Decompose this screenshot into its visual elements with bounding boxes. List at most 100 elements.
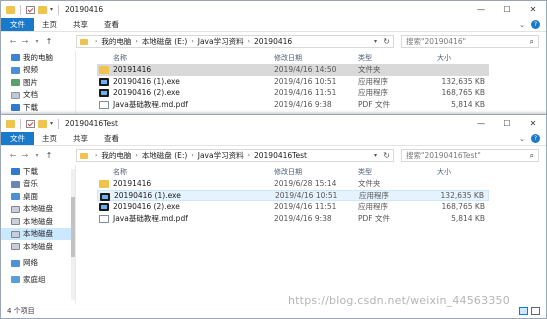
refresh-icon[interactable]: ↻ [383, 37, 390, 46]
back-arrow-icon[interactable]: ← [7, 37, 19, 46]
column-name[interactable]: 名称 [113, 53, 127, 63]
tab-share[interactable]: 共享 [65, 18, 96, 31]
explorer-window-back[interactable]: ▾ 20190416 — ☐ ✕ 文件 主页 共享 查看 ⌄ ? ← → ▾ ↑… [0, 0, 547, 128]
properties-icon[interactable] [26, 5, 35, 14]
back-arrow-icon[interactable]: ← [7, 151, 19, 160]
sidebar-item-network[interactable]: 网络 [1, 257, 75, 270]
chevron-down-icon[interactable]: ▾ [374, 152, 377, 159]
sidebar-item-drive[interactable]: 本地磁盘 [1, 203, 75, 216]
chevron-right-icon[interactable]: › [95, 38, 97, 45]
title-bar[interactable]: ▾ 20190416 — ☐ ✕ [1, 1, 546, 18]
address-bar[interactable]: › 我的电脑 › 本地磁盘 (E:) › Java学习资料 › 20190416… [76, 149, 394, 162]
breadcrumb-item[interactable]: Java学习资料 [198, 36, 244, 47]
minimize-button[interactable]: — [468, 1, 494, 18]
expand-ribbon-icon[interactable]: ⌄ [519, 21, 525, 29]
chevron-down-icon[interactable]: ▾ [50, 6, 53, 13]
sidebar-item-desktop[interactable]: 桌面 [1, 190, 75, 203]
tab-home[interactable]: 主页 [34, 132, 65, 145]
properties-icon[interactable] [26, 119, 35, 128]
breadcrumb-item[interactable]: 我的电脑 [101, 36, 131, 47]
breadcrumb-item[interactable]: 本地磁盘 (E:) [142, 150, 188, 161]
sidebar-item-music[interactable]: 音乐 [1, 178, 75, 191]
chevron-right-icon[interactable]: › [191, 152, 193, 159]
file-row[interactable]: Java基础教程.md.pdf 2019/4/16 9:38 PDF 文件 5,… [97, 99, 489, 111]
chevron-right-icon[interactable]: › [135, 38, 137, 45]
column-date[interactable]: 修改日期 [274, 167, 302, 177]
tab-share[interactable]: 共享 [65, 132, 96, 145]
sidebar-item-drive[interactable]: 本地磁盘 [1, 240, 75, 253]
column-type[interactable]: 类型 [358, 53, 372, 63]
tab-view[interactable]: 查看 [96, 18, 127, 31]
help-icon[interactable]: ? [531, 20, 540, 29]
tab-home[interactable]: 主页 [34, 18, 65, 31]
search-icon[interactable]: ⌕ [530, 37, 534, 47]
sidebar-item-homegroup[interactable]: 家庭组 [1, 273, 75, 286]
forward-arrow-icon[interactable]: → [19, 37, 31, 46]
explorer-window-front[interactable]: ▾ 20190416Test — ☐ ✕ 文件 主页 共享 查看 ⌄ ? ← →… [0, 114, 547, 319]
minimize-button[interactable]: — [468, 115, 494, 132]
new-folder-icon[interactable] [38, 119, 47, 128]
sidebar-item-downloads[interactable]: 下载 [1, 165, 75, 178]
window-controls: — ☐ ✕ [468, 115, 546, 132]
details-view-icon[interactable] [519, 307, 528, 315]
forward-arrow-icon[interactable]: → [19, 151, 31, 160]
up-arrow-icon[interactable]: ↑ [43, 151, 55, 160]
help-icon[interactable]: ? [531, 134, 540, 143]
window-title: 20190416 [65, 5, 104, 14]
title-bar[interactable]: ▾ 20190416Test — ☐ ✕ [1, 115, 546, 132]
folder-icon [80, 152, 88, 159]
scrollbar-thumb[interactable] [71, 197, 75, 257]
maximize-button[interactable]: ☐ [494, 115, 520, 132]
file-row[interactable]: 20190416 (2).exe 2019/4/16 11:51 应用程序 16… [97, 87, 489, 99]
sidebar-item-drive-selected[interactable]: 本地磁盘 [1, 227, 75, 240]
tab-file[interactable]: 文件 [1, 18, 34, 31]
sidebar-item-computer[interactable]: 我的电脑 [1, 51, 75, 64]
close-button[interactable]: ✕ [520, 1, 546, 18]
file-row[interactable]: 20191416 2019/6/28 15:14 文件夹 [97, 178, 489, 190]
column-size[interactable]: 大小 [437, 53, 451, 63]
chevron-right-icon[interactable]: › [95, 152, 97, 159]
breadcrumb-item[interactable]: 20190416 [254, 37, 292, 46]
sidebar-item-documents[interactable]: 文档 [1, 89, 75, 102]
tab-view[interactable]: 查看 [96, 132, 127, 145]
search-icon[interactable]: ⌕ [530, 151, 534, 161]
address-bar[interactable]: › 我的电脑 › 本地磁盘 (E:) › Java学习资料 › 20190416… [76, 35, 394, 48]
maximize-button[interactable]: ☐ [494, 1, 520, 18]
sidebar-item-downloads[interactable]: 下载 [1, 101, 75, 114]
sidebar-item-drive[interactable]: 本地磁盘 [1, 215, 75, 228]
large-icons-view-icon[interactable] [531, 307, 540, 315]
file-name: 20191416 [113, 65, 152, 75]
breadcrumb-item[interactable]: 20190416Test [254, 151, 307, 160]
file-row[interactable]: 20190416 (2).exe 2019/4/16 11:51 应用程序 16… [97, 201, 489, 213]
column-name[interactable]: 名称 [113, 167, 127, 177]
chevron-right-icon[interactable]: › [248, 38, 250, 45]
refresh-icon[interactable]: ↻ [383, 151, 390, 160]
breadcrumb-item[interactable]: 本地磁盘 (E:) [142, 36, 188, 47]
search-input[interactable]: 搜索"20190416" ⌕ [401, 35, 539, 48]
chevron-down-icon[interactable]: ▾ [374, 38, 377, 45]
chevron-right-icon[interactable]: › [135, 152, 137, 159]
breadcrumb-item[interactable]: 我的电脑 [101, 150, 131, 161]
sidebar-item-videos[interactable]: 视频 [1, 64, 75, 77]
sidebar-item-pictures[interactable]: 图片 [1, 76, 75, 89]
chevron-down-icon[interactable]: ▾ [50, 120, 53, 127]
chevron-right-icon[interactable]: › [191, 38, 193, 45]
sidebar-scrollbar[interactable] [71, 169, 75, 300]
expand-ribbon-icon[interactable]: ⌄ [519, 135, 525, 143]
close-button[interactable]: ✕ [520, 115, 546, 132]
chevron-right-icon[interactable]: › [248, 152, 250, 159]
recent-chevron-icon[interactable]: ▾ [31, 152, 43, 159]
search-input[interactable]: 搜索"20190416Test" ⌕ [401, 149, 539, 162]
file-row-hover[interactable]: 20190416 (1).exe 2019/4/16 10:51 应用程序 13… [97, 189, 489, 201]
column-type[interactable]: 类型 [358, 167, 372, 177]
tab-file[interactable]: 文件 [1, 132, 34, 145]
file-row[interactable]: 20191416 2019/4/16 14:50 文件夹 [97, 64, 489, 76]
recent-chevron-icon[interactable]: ▾ [31, 38, 43, 45]
file-row[interactable]: Java基础教程.md.pdf 2019/4/16 9:38 PDF 文件 5,… [97, 213, 489, 225]
file-row[interactable]: 20190416 (1).exe 2019/4/16 10:51 应用程序 13… [97, 76, 489, 88]
new-folder-icon[interactable] [38, 5, 47, 14]
column-date[interactable]: 修改日期 [274, 53, 302, 63]
breadcrumb-item[interactable]: Java学习资料 [198, 150, 244, 161]
up-arrow-icon[interactable]: ↑ [43, 37, 55, 46]
column-size[interactable]: 大小 [437, 167, 451, 177]
